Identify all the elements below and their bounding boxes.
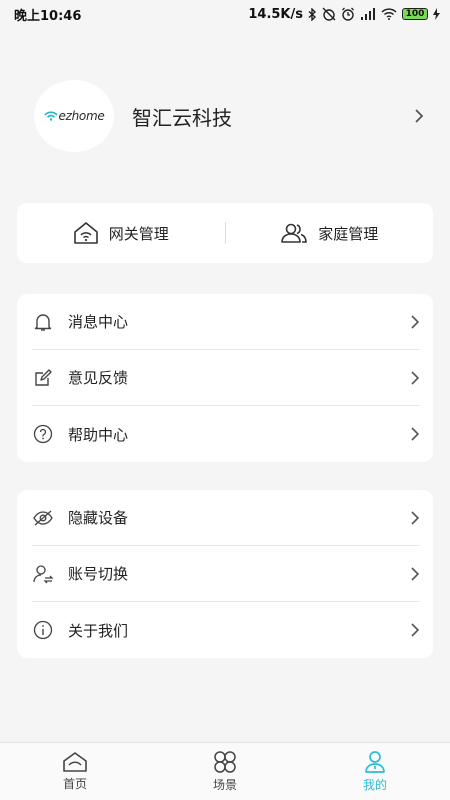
wifi-logo-icon (43, 111, 58, 121)
scene-icon (214, 751, 236, 773)
nav-label-home: 首页 (62, 777, 87, 791)
users-icon (281, 223, 308, 243)
bluetooth-icon (308, 7, 317, 21)
chevron-right-icon (411, 623, 420, 637)
chevron-right-icon (415, 109, 424, 123)
help-icon (32, 423, 54, 445)
nav-tab-mine[interactable]: 我的 (300, 743, 450, 800)
eye-off-icon (32, 507, 54, 529)
menu-item-feedback[interactable]: 意见反馈 (32, 350, 420, 406)
menu-item-help[interactable]: 帮助中心 (32, 406, 420, 462)
brand-logo: ezhome (43, 109, 105, 123)
menu-group-2: 隐藏设备 账号切换 关于我们 (17, 490, 433, 658)
signal-icon (361, 7, 375, 20)
gateway-management-button[interactable]: 网关管理 (17, 203, 225, 263)
avatar: ezhome (34, 80, 114, 152)
status-icons: 14.5K/s 100 (248, 7, 440, 22)
profile-name: 智汇云科技 (132, 105, 232, 130)
menu-label-messages: 消息中心 (68, 313, 129, 331)
chevron-right-icon (411, 427, 420, 441)
alarm-off-icon (322, 7, 336, 21)
nav-tab-home[interactable]: 首页 (0, 743, 150, 800)
wifi-icon (381, 8, 397, 20)
menu-label-help: 帮助中心 (68, 425, 129, 444)
menu-label-hidden-devices: 隐藏设备 (68, 509, 129, 527)
family-management-label: 家庭管理 (318, 224, 379, 243)
info-icon (32, 619, 54, 641)
status-bar: 晚上10:46 14.5K/s 100 (0, 0, 450, 28)
battery-icon: 100 (402, 8, 428, 20)
nav-label-mine: 我的 (362, 778, 387, 792)
menu-label-feedback: 意见反馈 (68, 369, 129, 387)
bell-icon (32, 311, 54, 333)
family-management-button[interactable]: 家庭管理 (226, 203, 434, 263)
alarm-icon (342, 7, 354, 21)
menu-item-about[interactable]: 关于我们 (32, 602, 420, 658)
quick-actions-card: 网关管理 家庭管理 (17, 203, 433, 263)
menu-item-hidden-devices[interactable]: 隐藏设备 (32, 490, 420, 546)
charging-icon (433, 8, 440, 20)
nav-tab-scene[interactable]: 场景 (150, 743, 300, 800)
profile-row[interactable]: ezhome 智汇云科技 (34, 80, 424, 152)
menu-item-messages[interactable]: 消息中心 (32, 294, 420, 350)
edit-icon (32, 367, 54, 389)
network-speed: 14.5K/s (248, 6, 303, 22)
menu-group-1: 消息中心 意见反馈 帮助中心 (17, 294, 433, 462)
status-time: 晚上10:46 (14, 8, 82, 24)
user-icon (365, 751, 385, 773)
logo-text: ezhome (58, 109, 105, 123)
gateway-management-label: 网关管理 (108, 224, 169, 243)
chevron-right-icon (411, 510, 420, 525)
nav-label-scene: 场景 (212, 778, 237, 792)
bottom-navigation: 首页 场景 我的 (0, 742, 450, 800)
chevron-right-icon (411, 314, 420, 329)
home-icon (63, 752, 87, 772)
menu-label-switch-account: 账号切换 (68, 565, 129, 583)
menu-item-switch-account[interactable]: 账号切换 (32, 546, 420, 602)
home-wifi-icon (73, 222, 98, 244)
switch-account-icon (32, 563, 54, 585)
chevron-right-icon (411, 566, 420, 581)
menu-label-about: 关于我们 (68, 621, 129, 640)
chevron-right-icon (411, 370, 420, 385)
